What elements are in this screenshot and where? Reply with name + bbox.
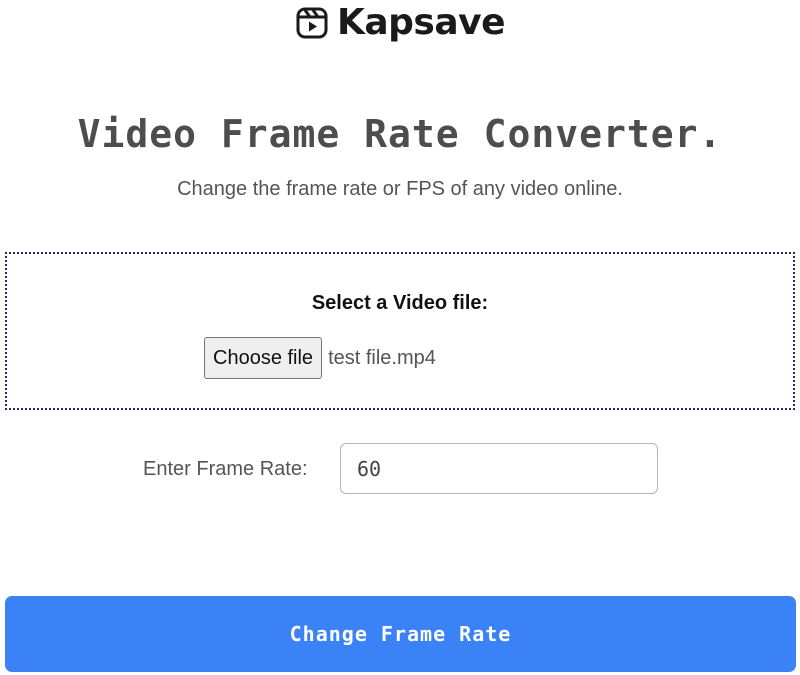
selected-file-name: test file.mp4 [328,346,436,369]
video-play-icon [296,7,328,39]
page-subtitle: Change the frame rate or FPS of any vide… [177,178,623,200]
page-title: Video Frame Rate Converter. [77,112,723,156]
choose-file-button[interactable]: Choose file [204,337,323,379]
frame-rate-label: Enter Frame Rate: [143,458,308,480]
change-frame-rate-button[interactable]: Change Frame Rate [5,596,796,672]
frame-rate-input[interactable] [340,443,658,494]
file-input[interactable]: Choose file test file.mp4 [204,337,436,379]
brand-logo[interactable]: Kapsave [0,0,800,46]
file-drop-zone[interactable]: Select a Video file: Choose file test fi… [5,252,795,410]
brand-name: Kapsave [336,2,506,43]
file-select-label: Select a Video file: [311,292,489,314]
